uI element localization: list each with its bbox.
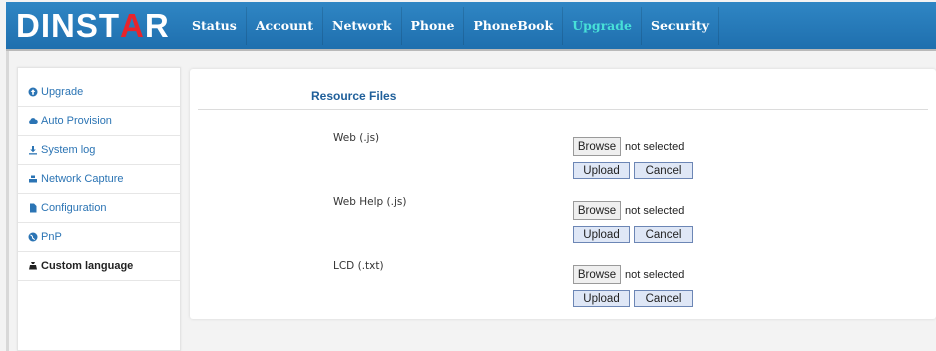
sidebar-item-custom-language[interactable]: Custom language [18,252,180,281]
section-divider [198,109,928,110]
sidebar-item-label: System log [41,144,96,156]
resource-files-panel: Resource Files Web (.js) Browse not sele… [190,69,936,319]
upgrade-circle-icon [27,87,39,97]
sidebar-item-label: Custom language [41,260,134,272]
cloud-icon [27,116,39,126]
download-icon [27,145,39,155]
logo-text-end: R [144,7,170,44]
sidebar-item-label: Upgrade [41,86,84,98]
sidebar-item-system-log[interactable]: System log [18,136,180,165]
file-status-lcd-txt: not selected [625,269,685,281]
nav-account[interactable]: Account [247,7,324,45]
logo-text: DINST [16,7,120,44]
row-label-web-help-js: Web Help (.js) [333,196,407,208]
sidebar-item-configuration[interactable]: Configuration [18,194,180,223]
browse-button-web-help-js[interactable]: Browse [573,201,621,220]
sidebar-item-label: Configuration [41,202,107,214]
upload-button-web-js[interactable]: Upload [573,162,630,179]
sidebar-item-label: Auto Provision [41,115,112,127]
cancel-button-lcd-txt[interactable]: Cancel [634,290,693,307]
network-icon [27,174,39,184]
row-label-lcd-txt: LCD (.txt) [333,260,384,272]
top-navigation-bar: DINST A R Status Account Network Phone Pho… [6,2,936,51]
nav-upgrade[interactable]: Upgrade [563,7,642,45]
sidebar-item-label: Network Capture [41,173,124,185]
row-label-web-js: Web (.js) [333,132,380,144]
cancel-button-web-js[interactable]: Cancel [634,162,693,179]
left-edge-divider [6,51,9,351]
nav-phonebook[interactable]: PhoneBook [464,7,564,45]
cancel-button-web-help-js[interactable]: Cancel [634,226,693,243]
nav-phone[interactable]: Phone [402,7,465,45]
sidebar-item-upgrade[interactable]: Upgrade [18,78,180,107]
upload-button-web-help-js[interactable]: Upload [573,226,630,243]
dinstar-logo[interactable]: DINST A R [16,7,170,44]
globe-icon [27,232,39,242]
section-title: Resource Files [311,89,397,103]
nav-security[interactable]: Security [642,7,720,45]
sidebar-item-auto-provision[interactable]: Auto Provision [18,107,180,136]
main-nav: Status Account Network Phone PhoneBook U… [183,7,720,45]
browse-button-lcd-txt[interactable]: Browse [573,265,621,284]
sidebar-item-label: PnP [41,231,62,243]
logo-accent: A [120,7,145,44]
file-icon [27,203,39,213]
sidebar-item-pnp[interactable]: PnP [18,223,180,252]
browse-button-web-js[interactable]: Browse [573,137,621,156]
file-status-web-help-js: not selected [625,205,685,217]
language-icon [27,261,39,271]
file-status-web-js: not selected [625,141,685,153]
sidebar: Upgrade Auto Provision System log Networ… [17,67,181,351]
upload-button-lcd-txt[interactable]: Upload [573,290,630,307]
nav-status[interactable]: Status [183,7,247,45]
nav-network[interactable]: Network [323,7,402,45]
sidebar-item-network-capture[interactable]: Network Capture [18,165,180,194]
